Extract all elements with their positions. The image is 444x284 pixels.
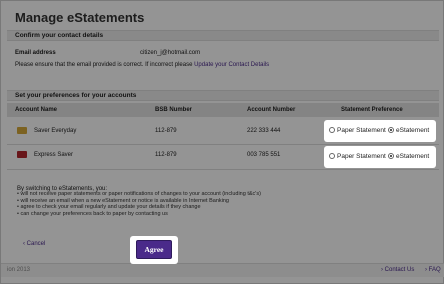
email-label: Email address — [15, 50, 56, 56]
col-account-number: Account Number — [247, 107, 296, 113]
contact-us-link[interactable]: › Contact Us — [381, 267, 414, 273]
page-title: Manage eStatements — [15, 10, 145, 25]
contact-note-text: Please ensure that the email provided is… — [15, 62, 193, 68]
chevron-left-icon: ‹ — [23, 241, 25, 247]
col-statement-pref: Statement Preference — [341, 107, 403, 113]
account-number: 003 785 551 — [247, 152, 281, 158]
row-divider — [7, 144, 439, 145]
list-item: • can change your preferences back to pa… — [17, 210, 168, 217]
faq-link[interactable]: › FAQ — [425, 267, 441, 273]
red-card-icon — [17, 151, 27, 158]
email-value: citizen_j@hotmail.com — [140, 50, 201, 56]
bsb-number: 112-879 — [155, 152, 177, 158]
estatements-page: Manage eStatements Confirm your contact … — [0, 0, 444, 284]
col-account-name: Account Name — [15, 107, 58, 113]
estatement-label: eStatement — [396, 153, 430, 160]
statement-pref-row-1: Paper Statement eStatement — [324, 120, 436, 142]
row-divider — [7, 169, 439, 170]
agree-highlight: Agree — [130, 236, 178, 264]
prefs-section-heading: Set your preferences for your accounts — [7, 90, 439, 101]
paper-statement-radio[interactable] — [329, 127, 335, 133]
estatement-label: eStatement — [396, 127, 430, 134]
cancel-link[interactable]: ‹ Cancel — [23, 241, 45, 247]
statement-pref-row-2: Paper Statement eStatement — [324, 146, 436, 168]
footer: ion 2013 › Contact Us › FAQ — [1, 263, 444, 277]
update-contact-link[interactable]: Update your Contact Details — [194, 62, 269, 68]
gold-card-icon — [17, 127, 27, 134]
contact-note: Please ensure that the email provided is… — [15, 62, 269, 68]
account-name: Saver Everyday — [34, 128, 77, 134]
agree-button[interactable]: Agree — [136, 240, 172, 259]
account-name: Express Saver — [34, 152, 74, 158]
estatement-radio[interactable] — [388, 153, 394, 159]
footer-copyright: ion 2013 — [7, 267, 31, 273]
table-header: Account Name BSB Number Account Number S… — [7, 103, 439, 117]
paper-statement-label: Paper Statement — [337, 127, 386, 134]
bsb-number: 112-879 — [155, 128, 177, 134]
account-number: 222 333 444 — [247, 128, 281, 134]
paper-statement-radio[interactable] — [329, 153, 335, 159]
paper-statement-label: Paper Statement — [337, 153, 386, 160]
estatement-radio[interactable] — [388, 127, 394, 133]
terms-list: • will not receive paper statements or p… — [17, 191, 261, 217]
col-bsb: BSB Number — [155, 107, 193, 113]
contact-section-heading: Confirm your contact details — [7, 30, 439, 41]
